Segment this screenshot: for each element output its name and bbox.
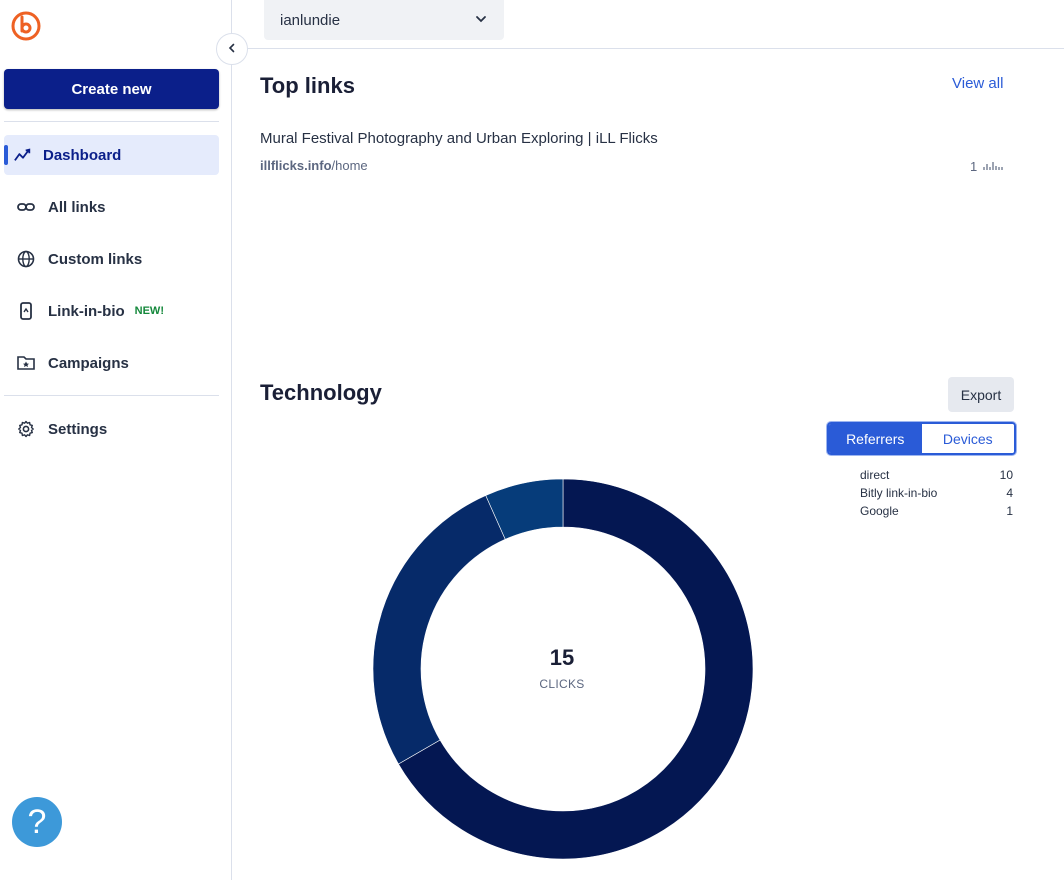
gear-icon bbox=[17, 420, 35, 438]
sidebar-item-label: Campaigns bbox=[48, 354, 129, 372]
legend-value: 4 bbox=[1006, 486, 1013, 500]
legend-row: direct 10 bbox=[860, 466, 1013, 484]
link-icon bbox=[17, 198, 35, 216]
collapse-sidebar-button[interactable] bbox=[216, 33, 248, 65]
create-new-button[interactable]: Create new bbox=[4, 69, 219, 109]
sidebar-item-custom-links[interactable]: Custom links bbox=[4, 239, 219, 279]
sidebar-item-label: Dashboard bbox=[43, 146, 122, 164]
chart-trend-icon bbox=[14, 146, 32, 164]
top-link-path: /home bbox=[331, 158, 368, 173]
donut-center: 15 CLICKS bbox=[462, 645, 662, 691]
sidebar: Create new Dashboard All links Custom li… bbox=[0, 0, 232, 880]
tab-referrers[interactable]: Referrers bbox=[829, 424, 922, 453]
divider bbox=[4, 395, 219, 396]
total-clicks: 15 bbox=[549, 645, 575, 670]
sidebar-item-campaigns[interactable]: Campaigns bbox=[4, 343, 219, 383]
tab-devices[interactable]: Devices bbox=[921, 424, 1014, 453]
donut-slice-bitly-link-in-bio[interactable] bbox=[372, 495, 506, 765]
chevron-down-icon bbox=[474, 12, 488, 30]
globe-icon bbox=[17, 250, 35, 268]
top-links-title: Top links bbox=[260, 73, 355, 98]
export-button[interactable]: Export bbox=[948, 377, 1014, 412]
topbar: ianlundie bbox=[232, 0, 1064, 49]
divider bbox=[4, 121, 219, 122]
account-select[interactable]: ianlundie bbox=[264, 0, 504, 40]
sidebar-item-label: Link-in-bio bbox=[48, 302, 125, 320]
sparkline-icon bbox=[983, 159, 1003, 174]
folder-star-icon bbox=[17, 354, 35, 372]
top-link-url[interactable]: illflicks.info/home bbox=[260, 158, 368, 173]
technology-title: Technology bbox=[260, 380, 382, 405]
chevron-left-icon bbox=[227, 40, 237, 58]
help-button[interactable]: ? bbox=[12, 797, 62, 847]
account-name: ianlundie bbox=[280, 11, 341, 29]
new-badge: NEW! bbox=[134, 305, 164, 317]
top-link-click-count: 1 bbox=[970, 159, 978, 174]
legend-label: Bitly link-in-bio bbox=[860, 486, 938, 500]
sidebar-item-link-in-bio[interactable]: Link-in-bio NEW! bbox=[4, 291, 219, 331]
legend-row: Bitly link-in-bio 4 bbox=[860, 484, 1013, 502]
legend-value: 10 bbox=[999, 468, 1013, 482]
legend-label: direct bbox=[860, 468, 890, 482]
sidebar-item-label: Settings bbox=[48, 420, 108, 438]
technology-toggle: Referrers Devices bbox=[827, 422, 1016, 455]
view-all-link[interactable]: View all bbox=[952, 75, 1003, 92]
referrers-legend: direct 10 Bitly link-in-bio 4 Google 1 bbox=[860, 466, 1013, 520]
help-icon: ? bbox=[27, 802, 47, 841]
legend-label: Google bbox=[860, 504, 899, 518]
sidebar-item-settings[interactable]: Settings bbox=[4, 409, 219, 449]
sidebar-item-all-links[interactable]: All links bbox=[4, 187, 219, 227]
legend-row: Google 1 bbox=[860, 502, 1013, 520]
total-clicks-label: CLICKS bbox=[539, 677, 585, 691]
sidebar-item-label: Custom links bbox=[48, 250, 143, 268]
sidebar-item-label: All links bbox=[48, 198, 106, 216]
bitly-logo[interactable] bbox=[10, 9, 42, 41]
legend-value: 1 bbox=[1006, 504, 1013, 518]
top-link-domain: illflicks.info bbox=[260, 158, 332, 173]
phone-icon bbox=[17, 302, 35, 320]
top-link-title[interactable]: Mural Festival Photography and Urban Exp… bbox=[260, 130, 658, 147]
top-link-clicks: 1 bbox=[970, 159, 1003, 174]
sidebar-item-dashboard[interactable]: Dashboard bbox=[4, 135, 219, 175]
